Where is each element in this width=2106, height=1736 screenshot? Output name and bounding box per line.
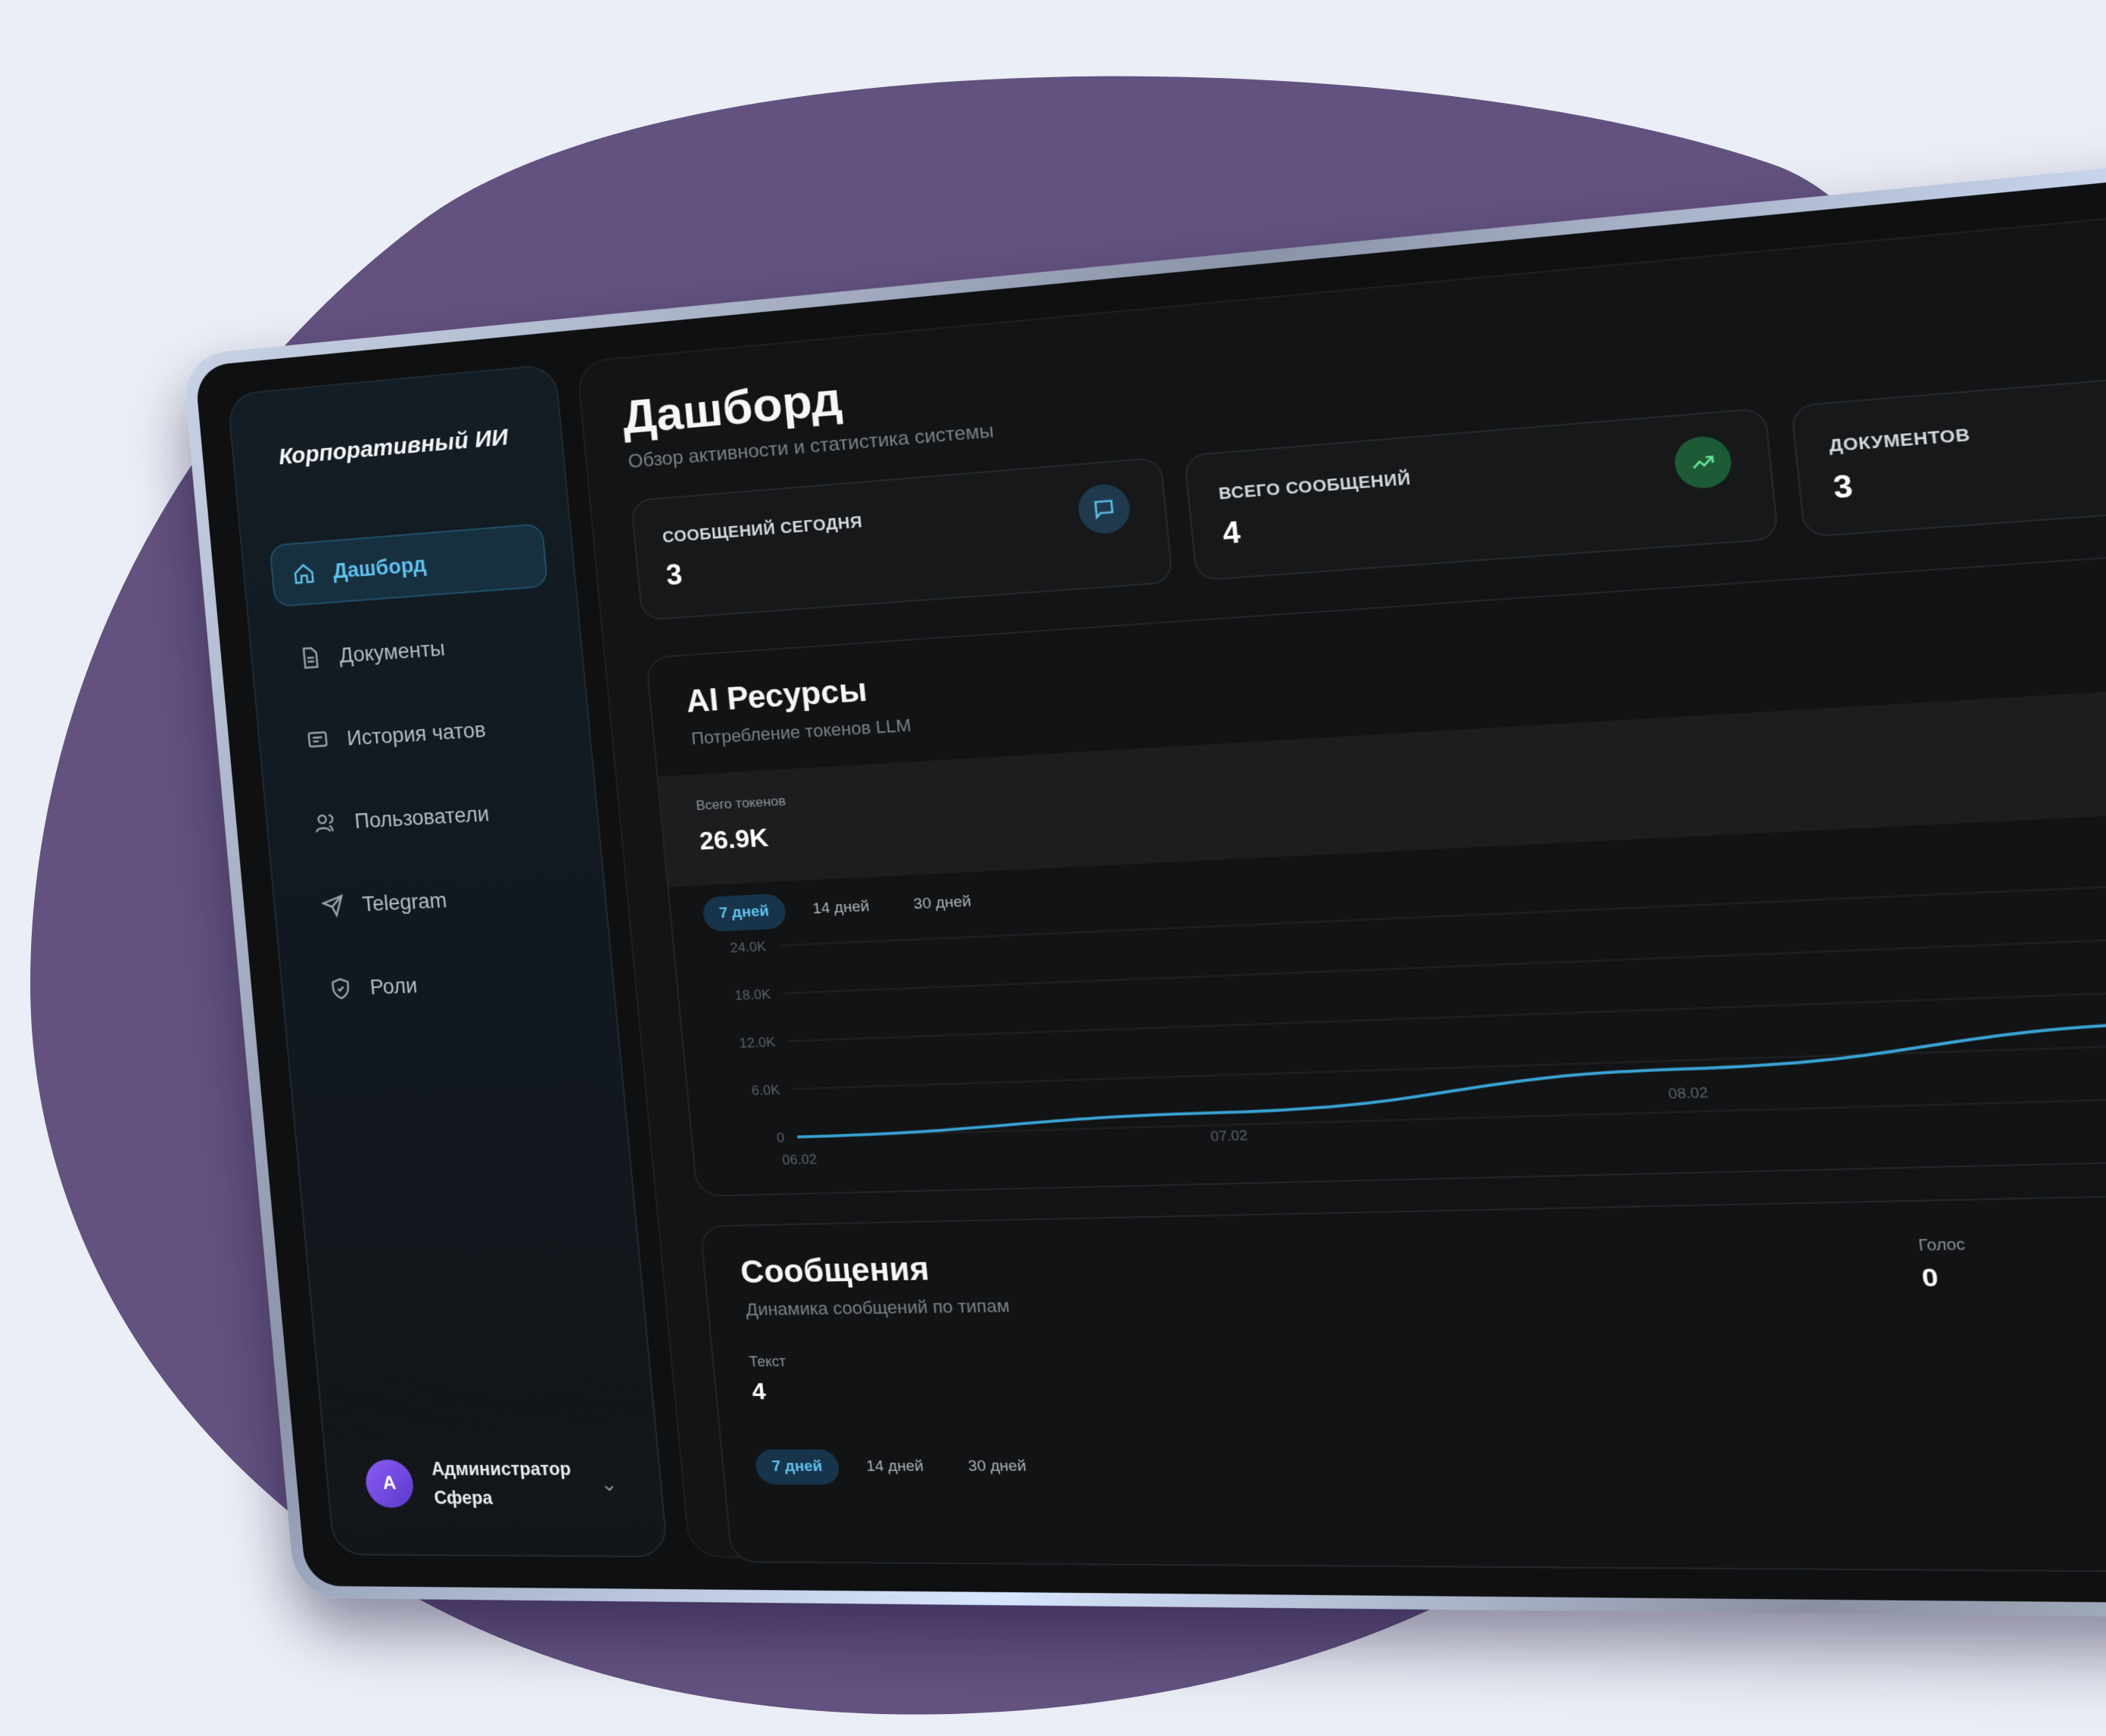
panel-subtitle: Потребление токенов LLM xyxy=(690,715,912,749)
send-icon xyxy=(319,892,347,919)
avatar: A xyxy=(363,1459,416,1508)
page-title: Дашборд xyxy=(619,371,845,444)
y-tick-label: 18.0K xyxy=(734,986,771,1003)
stage: Корпоративный ИИ Дашборд Документы Истор… xyxy=(0,0,2106,1736)
stat-value: 3 xyxy=(1831,468,1855,506)
trend-up-icon xyxy=(1672,434,1734,491)
y-tick-label: 6.0K xyxy=(751,1082,780,1098)
text-messages-value: 4 xyxy=(750,1378,767,1405)
user-info: Администратор Сфера xyxy=(430,1455,575,1513)
shield-icon xyxy=(327,975,355,1002)
users-icon xyxy=(311,809,339,837)
voice-messages-value: 0 xyxy=(1920,1263,1940,1293)
range-tabs: 7 дней 14 дней 30 дней xyxy=(701,883,1002,933)
voice-messages-label: Голос xyxy=(1918,1236,1967,1254)
grid-line xyxy=(793,1027,2106,1089)
grid-line xyxy=(784,916,2106,993)
user-name: Администратор xyxy=(430,1458,572,1479)
sidebar-item-label: Пользователи xyxy=(354,802,491,833)
range-30-days[interactable]: 30 дней xyxy=(950,1449,1045,1485)
sidebar-item-telegram[interactable]: Telegram xyxy=(300,863,581,937)
chevron-down-icon[interactable]: ⌄ xyxy=(599,1472,618,1496)
sidebar-item-documents[interactable]: Документы xyxy=(277,610,556,690)
total-tokens: Всего токенов 26.9K xyxy=(658,653,2106,887)
sidebar-item-label: Документы xyxy=(338,636,447,667)
stat-card-total-messages: всего сообщений 4 xyxy=(1183,407,1780,581)
x-tick-label: 08.02 xyxy=(1668,1084,1709,1102)
panel-subtitle: Динамика сообщений по типам xyxy=(745,1295,1011,1320)
stat-value: 3 xyxy=(664,557,684,592)
grid-line xyxy=(788,971,2106,1041)
sidebar-item-label: Роли xyxy=(369,973,419,999)
panel-title: AI Ресурсы xyxy=(684,672,869,720)
stat-label: документов xyxy=(1827,425,1971,457)
x-tick-label: 07.02 xyxy=(1210,1127,1248,1144)
user-menu[interactable]: A Администратор Сфера ⌄ xyxy=(351,1440,637,1527)
brand-title: Корпоративный ИИ xyxy=(277,424,509,470)
sidebar-nav: Дашборд Документы История чатов Пользова… xyxy=(269,522,590,1043)
chat-history-icon xyxy=(304,727,332,754)
sidebar-item-dashboard[interactable]: Дашборд xyxy=(269,522,549,608)
range-14-days[interactable]: 14 дней xyxy=(795,888,887,927)
main-content: Дашборд Обзор активности и статистика си… xyxy=(575,157,2106,1578)
sidebar-item-chat-history[interactable]: История чатов xyxy=(285,694,565,771)
total-tokens-value: 26.9K xyxy=(698,823,770,856)
text-messages-label: Текст xyxy=(748,1353,787,1370)
messages-panel: Сообщения Динамика сообщений по типам Те… xyxy=(699,1180,2106,1578)
range-14-days[interactable]: 14 дней xyxy=(849,1449,942,1485)
y-tick-label: 24.0K xyxy=(730,939,767,955)
x-tick-label: 06.02 xyxy=(781,1152,818,1168)
app-window: Корпоративный ИИ Дашборд Документы Истор… xyxy=(194,115,2106,1610)
range-tabs: 7 дней 14 дней 30 дней xyxy=(754,1449,1057,1485)
range-30-days[interactable]: 30 дней xyxy=(896,884,989,924)
stat-card-documents: документов 3 xyxy=(1790,353,2106,538)
stat-card-messages-today: сообщений сегодня 3 xyxy=(630,457,1174,622)
y-tick-label: 0 xyxy=(776,1130,785,1145)
message-icon xyxy=(1076,482,1132,536)
device-frame: Корпоративный ИИ Дашборд Документы Истор… xyxy=(182,99,2106,1625)
total-tokens-label: Всего токенов xyxy=(695,793,787,814)
range-7-days[interactable]: 7 дней xyxy=(754,1449,840,1485)
y-tick-label: 12.0K xyxy=(739,1034,776,1051)
voice-messages-stat: Голос 0 xyxy=(1918,1236,1970,1293)
sidebar-item-label: Дашборд xyxy=(332,552,428,583)
home-icon xyxy=(290,559,318,587)
text-messages-stat: Текст 4 xyxy=(749,1354,790,1406)
range-7-days[interactable]: 7 дней xyxy=(701,893,787,933)
document-icon xyxy=(296,644,324,672)
stat-label: сообщений сегодня xyxy=(662,513,864,547)
ai-resources-panel: AI Ресурсы Потребление токенов LLM Всего… xyxy=(645,513,2106,1198)
panel-title: Сообщения xyxy=(739,1251,931,1290)
sidebar-item-users[interactable]: Пользователи xyxy=(292,779,572,855)
stat-value: 4 xyxy=(1220,515,1242,550)
user-org: Сфера xyxy=(433,1487,494,1508)
sidebar-item-label: История чатов xyxy=(345,717,487,750)
sidebar-item-label: Telegram xyxy=(361,888,448,916)
stat-label: всего сообщений xyxy=(1217,469,1412,503)
sidebar-item-roles[interactable]: Роли xyxy=(307,948,588,1020)
